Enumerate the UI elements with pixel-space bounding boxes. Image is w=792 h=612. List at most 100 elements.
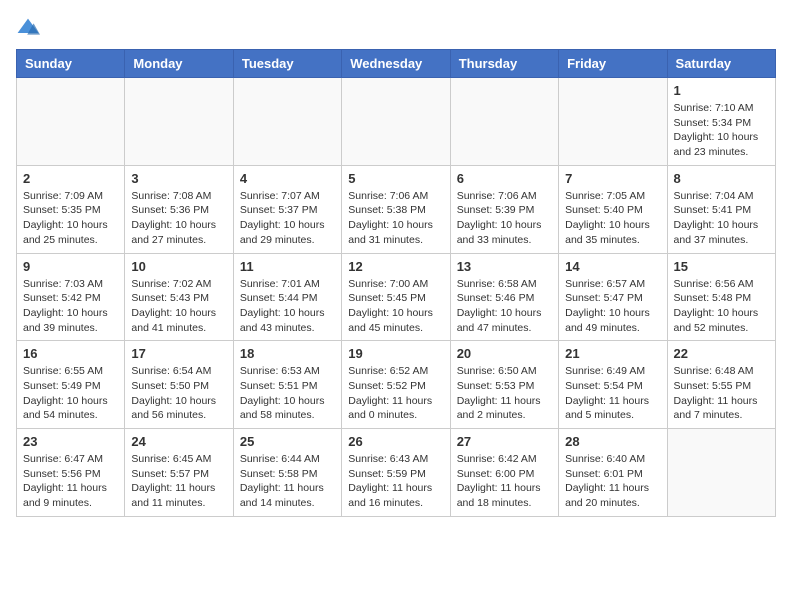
weekday-header-monday: Monday [125, 50, 233, 78]
week-row-4: 16 Sunrise: 6:55 AM Sunset: 5:49 PM Dayli… [17, 341, 776, 429]
day-info: Sunrise: 6:43 AM Sunset: 5:59 PM Dayligh… [348, 452, 443, 511]
logo-icon [16, 17, 40, 37]
week-row-3: 9 Sunrise: 7:03 AM Sunset: 5:42 PM Daylig… [17, 253, 776, 341]
day-number: 9 [23, 259, 118, 274]
day-cell: 18 Sunrise: 6:53 AM Sunset: 5:51 PM Dayli… [233, 341, 341, 429]
day-number: 14 [565, 259, 660, 274]
day-cell: 2 Sunrise: 7:09 AM Sunset: 5:35 PM Daylig… [17, 165, 125, 253]
day-number: 23 [23, 434, 118, 449]
day-info: Sunrise: 6:52 AM Sunset: 5:52 PM Dayligh… [348, 364, 443, 423]
weekday-header-sunday: Sunday [17, 50, 125, 78]
day-cell: 1 Sunrise: 7:10 AM Sunset: 5:34 PM Daylig… [667, 78, 775, 166]
day-info: Sunrise: 6:44 AM Sunset: 5:58 PM Dayligh… [240, 452, 335, 511]
weekday-header-wednesday: Wednesday [342, 50, 450, 78]
day-cell: 24 Sunrise: 6:45 AM Sunset: 5:57 PM Dayli… [125, 429, 233, 517]
day-info: Sunrise: 7:09 AM Sunset: 5:35 PM Dayligh… [23, 189, 118, 248]
day-info: Sunrise: 7:02 AM Sunset: 5:43 PM Dayligh… [131, 277, 226, 336]
day-info: Sunrise: 7:06 AM Sunset: 5:39 PM Dayligh… [457, 189, 552, 248]
day-cell: 15 Sunrise: 6:56 AM Sunset: 5:48 PM Dayli… [667, 253, 775, 341]
day-info: Sunrise: 6:49 AM Sunset: 5:54 PM Dayligh… [565, 364, 660, 423]
day-info: Sunrise: 7:08 AM Sunset: 5:36 PM Dayligh… [131, 189, 226, 248]
day-cell: 26 Sunrise: 6:43 AM Sunset: 5:59 PM Dayli… [342, 429, 450, 517]
day-number: 28 [565, 434, 660, 449]
day-info: Sunrise: 7:01 AM Sunset: 5:44 PM Dayligh… [240, 277, 335, 336]
day-info: Sunrise: 6:54 AM Sunset: 5:50 PM Dayligh… [131, 364, 226, 423]
day-cell: 23 Sunrise: 6:47 AM Sunset: 5:56 PM Dayli… [17, 429, 125, 517]
day-number: 18 [240, 346, 335, 361]
day-number: 11 [240, 259, 335, 274]
weekday-header-friday: Friday [559, 50, 667, 78]
day-cell: 12 Sunrise: 7:00 AM Sunset: 5:45 PM Dayli… [342, 253, 450, 341]
day-number: 22 [674, 346, 769, 361]
day-number: 24 [131, 434, 226, 449]
day-cell: 27 Sunrise: 6:42 AM Sunset: 6:00 PM Dayli… [450, 429, 558, 517]
day-number: 7 [565, 171, 660, 186]
day-number: 17 [131, 346, 226, 361]
day-info: Sunrise: 6:47 AM Sunset: 5:56 PM Dayligh… [23, 452, 118, 511]
day-number: 1 [674, 83, 769, 98]
day-cell [450, 78, 558, 166]
day-info: Sunrise: 6:45 AM Sunset: 5:57 PM Dayligh… [131, 452, 226, 511]
day-number: 19 [348, 346, 443, 361]
day-number: 12 [348, 259, 443, 274]
day-info: Sunrise: 6:42 AM Sunset: 6:00 PM Dayligh… [457, 452, 552, 511]
weekday-header-thursday: Thursday [450, 50, 558, 78]
day-cell [17, 78, 125, 166]
calendar: SundayMondayTuesdayWednesdayThursdayFrid… [16, 49, 776, 517]
day-number: 3 [131, 171, 226, 186]
day-number: 16 [23, 346, 118, 361]
day-cell: 8 Sunrise: 7:04 AM Sunset: 5:41 PM Daylig… [667, 165, 775, 253]
weekday-header-tuesday: Tuesday [233, 50, 341, 78]
day-cell [125, 78, 233, 166]
day-number: 10 [131, 259, 226, 274]
day-number: 8 [674, 171, 769, 186]
day-info: Sunrise: 6:40 AM Sunset: 6:01 PM Dayligh… [565, 452, 660, 511]
header [16, 16, 776, 37]
day-info: Sunrise: 6:48 AM Sunset: 5:55 PM Dayligh… [674, 364, 769, 423]
day-info: Sunrise: 7:03 AM Sunset: 5:42 PM Dayligh… [23, 277, 118, 336]
day-cell: 19 Sunrise: 6:52 AM Sunset: 5:52 PM Dayli… [342, 341, 450, 429]
day-number: 26 [348, 434, 443, 449]
day-cell [559, 78, 667, 166]
day-info: Sunrise: 6:56 AM Sunset: 5:48 PM Dayligh… [674, 277, 769, 336]
week-row-2: 2 Sunrise: 7:09 AM Sunset: 5:35 PM Daylig… [17, 165, 776, 253]
day-number: 6 [457, 171, 552, 186]
day-number: 25 [240, 434, 335, 449]
day-info: Sunrise: 6:58 AM Sunset: 5:46 PM Dayligh… [457, 277, 552, 336]
day-info: Sunrise: 6:50 AM Sunset: 5:53 PM Dayligh… [457, 364, 552, 423]
day-info: Sunrise: 6:55 AM Sunset: 5:49 PM Dayligh… [23, 364, 118, 423]
day-info: Sunrise: 6:57 AM Sunset: 5:47 PM Dayligh… [565, 277, 660, 336]
day-info: Sunrise: 7:10 AM Sunset: 5:34 PM Dayligh… [674, 101, 769, 160]
day-cell: 4 Sunrise: 7:07 AM Sunset: 5:37 PM Daylig… [233, 165, 341, 253]
day-number: 5 [348, 171, 443, 186]
day-cell [667, 429, 775, 517]
day-cell: 28 Sunrise: 6:40 AM Sunset: 6:01 PM Dayli… [559, 429, 667, 517]
day-info: Sunrise: 7:06 AM Sunset: 5:38 PM Dayligh… [348, 189, 443, 248]
day-number: 27 [457, 434, 552, 449]
day-info: Sunrise: 7:00 AM Sunset: 5:45 PM Dayligh… [348, 277, 443, 336]
weekday-header-row: SundayMondayTuesdayWednesdayThursdayFrid… [17, 50, 776, 78]
day-info: Sunrise: 6:53 AM Sunset: 5:51 PM Dayligh… [240, 364, 335, 423]
day-cell: 9 Sunrise: 7:03 AM Sunset: 5:42 PM Daylig… [17, 253, 125, 341]
day-info: Sunrise: 7:07 AM Sunset: 5:37 PM Dayligh… [240, 189, 335, 248]
day-number: 2 [23, 171, 118, 186]
day-number: 4 [240, 171, 335, 186]
day-number: 20 [457, 346, 552, 361]
weekday-header-saturday: Saturday [667, 50, 775, 78]
day-cell: 14 Sunrise: 6:57 AM Sunset: 5:47 PM Dayli… [559, 253, 667, 341]
day-cell: 13 Sunrise: 6:58 AM Sunset: 5:46 PM Dayli… [450, 253, 558, 341]
day-cell: 5 Sunrise: 7:06 AM Sunset: 5:38 PM Daylig… [342, 165, 450, 253]
day-info: Sunrise: 7:04 AM Sunset: 5:41 PM Dayligh… [674, 189, 769, 248]
day-cell: 7Sunrise: 7:05 AM Sunset: 5:40 PM Daylig… [559, 165, 667, 253]
day-cell: 20 Sunrise: 6:50 AM Sunset: 5:53 PM Dayli… [450, 341, 558, 429]
day-number: 15 [674, 259, 769, 274]
week-row-5: 23 Sunrise: 6:47 AM Sunset: 5:56 PM Dayli… [17, 429, 776, 517]
day-number: 21 [565, 346, 660, 361]
day-cell [342, 78, 450, 166]
day-cell: 11 Sunrise: 7:01 AM Sunset: 5:44 PM Dayli… [233, 253, 341, 341]
day-cell: 6 Sunrise: 7:06 AM Sunset: 5:39 PM Daylig… [450, 165, 558, 253]
day-cell: 17 Sunrise: 6:54 AM Sunset: 5:50 PM Dayli… [125, 341, 233, 429]
day-number: 13 [457, 259, 552, 274]
day-cell: 25 Sunrise: 6:44 AM Sunset: 5:58 PM Dayli… [233, 429, 341, 517]
day-cell: 16 Sunrise: 6:55 AM Sunset: 5:49 PM Dayli… [17, 341, 125, 429]
